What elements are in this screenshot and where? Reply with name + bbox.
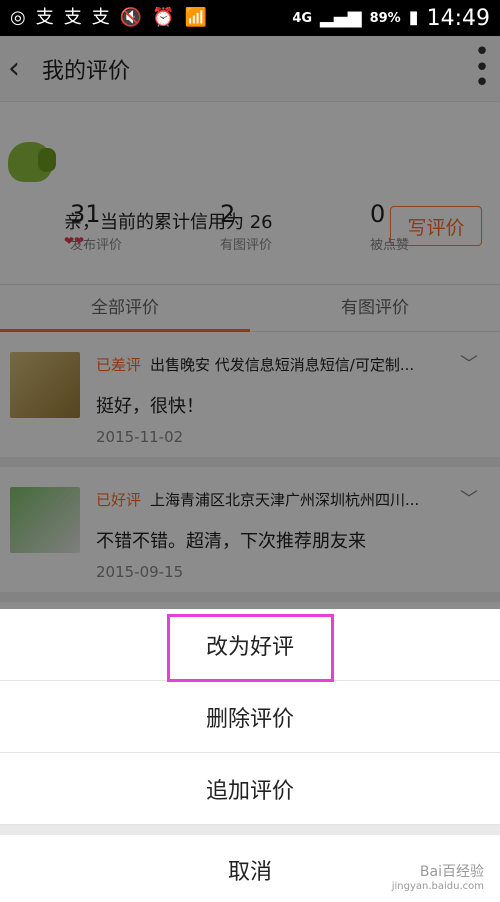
divider: [0, 825, 500, 835]
network-label: 4G: [292, 10, 313, 26]
weibo-icon: ◎: [10, 7, 26, 28]
alarm-icon: ⏰: [152, 7, 175, 28]
delete-review-button[interactable]: 删除评价: [0, 681, 500, 753]
notification-icon: 支: [35, 7, 54, 28]
watermark: Bai百经验 jingyan.baidu.com: [392, 861, 484, 892]
battery-label: 89%: [369, 10, 401, 26]
app-screen: ‹ 我的评价 • • • 亲，当前的累计信用为 26 ❤❤ 写评价 31 发布评价 …: [0, 36, 500, 902]
watermark-url: jingyan.baidu.com: [391, 881, 484, 892]
notification-icon: 支: [91, 7, 110, 28]
status-bar: ◎ 支 支 支 🔇 ⏰ 📶 4G ▂▄▆ 89% ▮ 14:49: [0, 0, 500, 36]
append-review-button[interactable]: 追加评价: [0, 753, 500, 825]
wifi-icon: 📶: [184, 7, 207, 28]
change-to-positive-button[interactable]: 改为好评: [0, 609, 500, 682]
action-sheet: 改为好评 删除评价 追加评价 取消 Bai百经验 jingyan.baidu.c…: [0, 609, 500, 902]
battery-icon: ▮: [408, 7, 419, 28]
watermark-logo: Bai百经验: [419, 864, 484, 880]
notification-icon: 支: [63, 7, 82, 28]
signal-icon: ▂▄▆: [320, 7, 362, 28]
mute-icon: 🔇: [119, 7, 143, 28]
clock: 14:49: [426, 5, 490, 31]
